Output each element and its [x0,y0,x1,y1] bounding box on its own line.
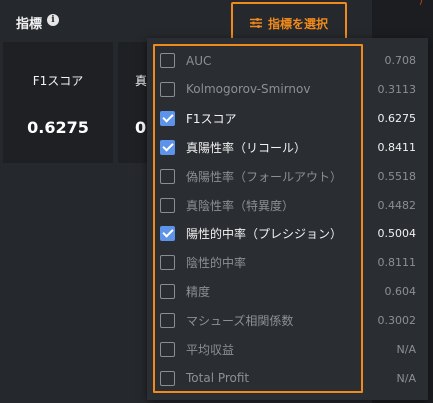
checkbox-unchecked[interactable] [160,370,175,386]
metric-card-value: 0.6275 [27,118,89,137]
metric-option-value: 0.4482 [377,198,417,212]
checkbox-unchecked[interactable] [160,313,175,329]
metric-option-value: 0.3002 [377,314,417,328]
checkbox-checked[interactable] [160,110,175,126]
metric-option[interactable]: Kolmogorov-Smirnov 0.3113 [147,75,428,104]
metric-option-value: 0.8411 [377,140,417,154]
info-icon[interactable]: i [47,14,59,26]
metric-option-label: 陰性的中率 [186,256,247,271]
metric-option-value: 0.5004 [377,227,417,241]
metric-option[interactable]: 真陽性率（リコール） 0.8411 [147,133,428,162]
metric-option-label: Total Profit [186,371,250,386]
metric-option-value: N/A [396,371,416,385]
metric-option-value: N/A [396,343,416,356]
checkbox-checked[interactable] [160,226,175,242]
checkbox-unchecked[interactable] [160,81,175,97]
metric-option[interactable]: F1スコア 0.6275 [147,104,428,133]
metric-option-label: 陽性的中率（プレシジョン） [186,227,343,242]
metric-option-label: Kolmogorov-Smirnov [186,82,311,97]
metric-option-value: 0.708 [384,54,417,67]
metric-option[interactable]: 平均収益 N/A [147,335,428,364]
metric-option-label: 真陽性率（リコール） [186,140,307,155]
select-metrics-button-label: 指標を選択 [267,16,328,31]
metric-option-label: 精度 [186,285,211,300]
metric-option-label: F1スコア [186,111,237,126]
metric-option-value: 0.3113 [377,82,417,96]
metric-option-label: AUC [186,53,212,68]
metric-option-label: 真陰性率（特異度） [186,198,295,213]
metric-option[interactable]: 偽陽性率（フォールアウト） 0.5518 [147,162,428,191]
metric-option-value: 0.5518 [377,169,417,183]
metrics-dropdown: AUC 0.708 Kolmogorov-Smirnov 0.3113 F1スコア 0.6… [147,38,428,400]
panel-header: 指標 i 指標を選択 [0,0,372,44]
checkbox-checked[interactable] [160,139,175,155]
checkbox-unchecked[interactable] [160,53,175,68]
edge-mark: / [420,0,424,7]
checkbox-unchecked[interactable] [160,168,175,184]
metric-option-value: 0.604 [384,285,417,299]
metric-option-value: 0.6275 [377,111,417,125]
metric-card-label: F1スコア [32,74,84,88]
checkbox-unchecked[interactable] [160,342,175,357]
metric-option[interactable]: AUC 0.708 [147,46,428,75]
metric-option[interactable]: 真陰性率（特異度） 0.4482 [147,191,428,220]
metric-option[interactable]: 精度 0.604 [147,277,428,306]
metric-option-label: 偽陽性率（フォールアウト） [186,169,343,184]
metric-option[interactable]: 陰性的中率 0.8111 [147,248,428,277]
metric-card-f1: F1スコア 0.6275 [3,42,113,163]
panel-title: 指標 [16,17,43,32]
metric-option[interactable]: Total Profit N/A [147,364,428,393]
metric-option-value: 0.8111 [377,256,417,270]
metric-option-label: マシューズ相関係数 [186,314,294,329]
metrics-view: 指標 i 指標を選択 F1スコア 0.6275 真 0 / AUC 0.708 … [0,0,433,403]
metric-option[interactable]: マシューズ相関係数 0.3002 [147,306,428,335]
checkbox-unchecked[interactable] [160,284,175,300]
checkbox-unchecked[interactable] [160,197,175,213]
checkbox-unchecked[interactable] [160,255,175,271]
filter-icon [249,18,262,28]
metric-option-label: 平均収益 [186,343,235,357]
metric-option[interactable]: 陽性的中率（プレシジョン） 0.5004 [147,219,428,248]
